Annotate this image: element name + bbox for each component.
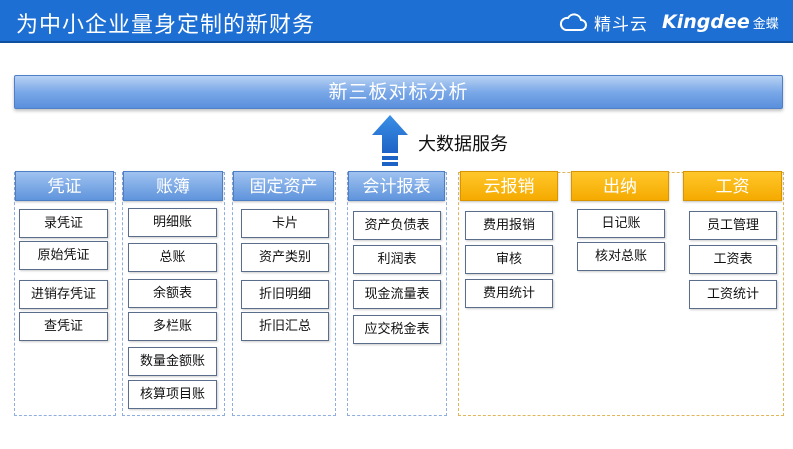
module-item[interactable]: 审核 [465, 245, 553, 274]
module-item[interactable]: 明细账 [128, 208, 217, 237]
big-data-label: 大数据服务 [418, 134, 508, 155]
module-item[interactable]: 多栏账 [128, 312, 217, 341]
page-title: 为中小企业量身定制的新财务 [16, 13, 316, 38]
module-item[interactable]: 费用统计 [465, 279, 553, 308]
column-head-ledger: 账簿 [123, 171, 223, 201]
module-item[interactable]: 进销存凭证 [19, 280, 108, 309]
column-head-fixed-assets: 固定资产 [233, 171, 334, 201]
module-item[interactable]: 核算项目账 [128, 380, 217, 409]
module-item[interactable]: 核对总账 [577, 242, 665, 271]
kingdee-logo: Kingdee 金蝶 [662, 8, 779, 36]
module-item[interactable]: 应交税金表 [353, 315, 441, 344]
module-item[interactable]: 数量金额账 [128, 347, 217, 376]
cloud-icon [559, 13, 587, 31]
module-item[interactable]: 费用报销 [465, 211, 553, 240]
module-item[interactable]: 利润表 [353, 245, 441, 274]
header-bar: 为中小企业量身定制的新财务 精斗云 Kingdee 金蝶 [0, 0, 793, 43]
module-item[interactable]: 查凭证 [19, 312, 108, 341]
kingdee-wordmark: Kingdee [662, 11, 750, 33]
module-item[interactable]: 余额表 [128, 279, 217, 308]
column-head-voucher: 凭证 [15, 171, 114, 201]
module-item[interactable]: 资产负债表 [353, 211, 441, 240]
banner-benchmark-analysis: 新三板对标分析 [14, 75, 783, 109]
column-head-payroll: 工资 [683, 171, 782, 201]
kingdee-cn-wordmark: 金蝶 [752, 16, 779, 32]
module-item[interactable]: 现金流量表 [353, 280, 441, 309]
module-item[interactable]: 录凭证 [19, 209, 108, 238]
module-item[interactable]: 资产类别 [241, 243, 329, 272]
brand-cloud-text: 精斗云 [594, 14, 648, 35]
module-item[interactable]: 日记账 [577, 209, 665, 238]
jingdouyun-logo: 精斗云 [558, 8, 648, 36]
up-arrow-icon [372, 115, 408, 166]
column-head-cashier: 出纳 [571, 171, 669, 201]
module-item[interactable]: 折旧明细 [241, 280, 329, 309]
column-head-reports: 会计报表 [348, 171, 445, 201]
column-head-reimburse: 云报销 [460, 171, 558, 201]
module-item[interactable]: 工资统计 [689, 280, 777, 309]
module-item[interactable]: 员工管理 [689, 211, 777, 240]
module-item[interactable]: 原始凭证 [19, 241, 108, 270]
module-item[interactable]: 折旧汇总 [241, 312, 329, 341]
module-item[interactable]: 卡片 [241, 209, 329, 238]
module-item[interactable]: 工资表 [689, 245, 777, 274]
module-item[interactable]: 总账 [128, 243, 217, 272]
